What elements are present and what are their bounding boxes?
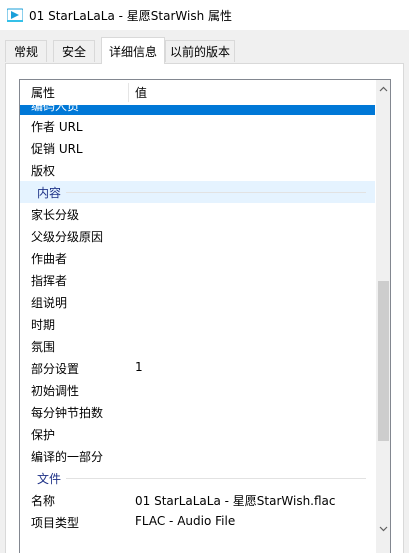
list-item-name: 氛围 — [31, 340, 56, 354]
list-item-name: 每分钟节拍数 — [31, 406, 104, 420]
list-item-name: 保护 — [31, 428, 56, 442]
title-bar: 01 StarLaLaLa - 星愿StarWish 属性 — [0, 0, 409, 30]
scrollbar-thumb[interactable] — [378, 281, 389, 441]
list-item[interactable]: 父级分级原因 — [20, 225, 375, 247]
tab-previous-versions[interactable]: 以前的版本 — [165, 40, 235, 62]
vertical-scrollbar[interactable] — [376, 80, 390, 553]
list-item-value: FLAC - Audio File — [135, 514, 236, 528]
list-item-name: 编译的一部分 — [31, 450, 104, 464]
list-item-name: 名称 — [31, 494, 56, 508]
list-item-name: 父级分级原因 — [31, 230, 104, 244]
group-divider — [66, 192, 366, 193]
column-header-value[interactable]: 值 — [135, 80, 335, 105]
list-item[interactable]: 部分设置 1 — [20, 357, 375, 379]
list-header: 属性 值 — [20, 80, 376, 105]
list-item[interactable]: 组说明 — [20, 291, 375, 313]
list-item-name: 初始调性 — [31, 384, 80, 398]
scroll-down-button[interactable] — [376, 520, 390, 537]
chevron-up-icon — [379, 86, 388, 91]
column-header-property[interactable]: 属性 — [31, 80, 131, 105]
list-item-name: 部分设置 — [31, 362, 80, 376]
list-item[interactable]: 氛围 — [20, 335, 375, 357]
list-item-name: 作曲者 — [31, 252, 68, 266]
tab-general[interactable]: 常规 — [5, 40, 47, 62]
list-item-value: 01 StarLaLaLa - 星愿StarWish.flac — [135, 494, 336, 508]
selected-row[interactable]: 编码人员 — [20, 105, 375, 115]
list-item-name: 家长分级 — [31, 208, 80, 222]
list-item[interactable]: 初始调性 — [20, 379, 375, 401]
property-list[interactable]: 属性 值 编码人员 作者 URL 促销 URL 版权 内容 家长分级 父级分级原… — [19, 79, 391, 553]
column-divider[interactable] — [128, 83, 129, 102]
group-label: 文件 — [37, 472, 62, 486]
tab-security[interactable]: 安全 — [53, 40, 95, 62]
list-item[interactable]: 每分钟节拍数 — [20, 401, 375, 423]
group-divider — [66, 478, 366, 479]
list-item[interactable]: 编译的一部分 — [20, 445, 375, 467]
window-title: 01 StarLaLaLa - 星愿StarWish 属性 — [29, 9, 232, 23]
scroll-up-button[interactable] — [376, 80, 390, 97]
list-item[interactable]: 作曲者 — [20, 247, 375, 269]
list-item-name: 项目类型 — [31, 516, 80, 530]
group-header-file[interactable]: 文件 — [20, 467, 375, 489]
tab-details[interactable]: 详细信息 — [101, 37, 165, 64]
list-item[interactable]: 项目类型 FLAC - Audio File — [20, 511, 375, 533]
list-item-name: 指挥者 — [31, 274, 68, 288]
list-item[interactable]: 保护 — [20, 423, 375, 445]
list-item[interactable]: 促销 URL — [20, 137, 375, 159]
list-item[interactable]: 名称 01 StarLaLaLa - 星愿StarWish.flac — [20, 489, 375, 511]
tab-strip: 常规 安全 详细信息 以前的版本 — [0, 30, 409, 64]
media-file-icon — [7, 8, 23, 22]
list-item-name: 版权 — [31, 164, 56, 178]
list-item[interactable]: 指挥者 — [20, 269, 375, 291]
list-item[interactable]: 家长分级 — [20, 203, 375, 225]
chevron-down-icon — [379, 526, 388, 531]
list-item-name: 作者 URL — [31, 120, 83, 134]
list-item-name: 时期 — [31, 318, 56, 332]
list-item[interactable]: 时期 — [20, 313, 375, 335]
list-item[interactable]: 作者 URL — [20, 115, 375, 137]
list-item-name: 编码人员 — [31, 105, 80, 113]
list-rows: 编码人员 作者 URL 促销 URL 版权 内容 家长分级 父级分级原因 作曲者 — [20, 105, 375, 553]
list-item-value: 1 — [135, 360, 143, 374]
list-item[interactable]: 版权 — [20, 159, 375, 181]
group-header-content[interactable]: 内容 — [20, 181, 375, 203]
list-item-name: 组说明 — [31, 296, 68, 310]
group-label: 内容 — [37, 186, 62, 200]
list-item-name: 促销 URL — [31, 142, 83, 156]
